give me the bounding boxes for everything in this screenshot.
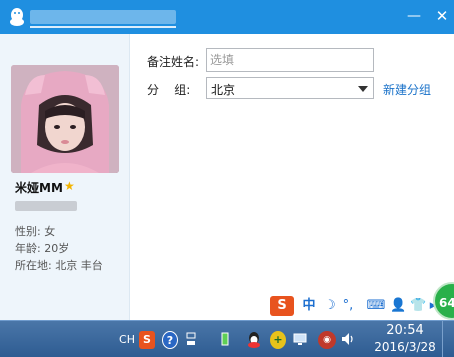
close-button[interactable]: ✕ xyxy=(432,6,452,26)
qq-tray-icon[interactable] xyxy=(245,331,263,349)
security-plus-icon[interactable]: + xyxy=(270,331,286,349)
punctuation-icon[interactable]: °, xyxy=(340,296,356,316)
taskbar: CH S ? + ◉ 20:54 2016/3/28 xyxy=(0,320,454,357)
title-underline xyxy=(30,26,176,28)
title-bar: — ✕ xyxy=(0,0,454,34)
gender-info: 性别: 女 xyxy=(15,225,56,238)
battery-icon[interactable] xyxy=(218,331,232,349)
ime-options-icon[interactable] xyxy=(184,331,198,349)
chevron-down-icon xyxy=(358,86,368,92)
contact-name-blurred xyxy=(30,10,176,24)
location-info: 所在地: 北京 丰台 xyxy=(15,259,103,272)
group-label: 分 组: xyxy=(147,83,191,97)
chinese-mode-toggle[interactable]: 中 xyxy=(300,296,318,316)
clock-date: 2016/3/28 xyxy=(374,340,436,354)
sogou-ime-icon[interactable]: S xyxy=(270,296,294,316)
show-desktop-button[interactable] xyxy=(442,321,454,357)
system-clock[interactable]: 20:54 2016/3/28 xyxy=(372,323,438,355)
remark-name-input[interactable] xyxy=(206,48,374,72)
half-width-moon-icon[interactable]: ☽ xyxy=(322,296,338,316)
input-language-indicator[interactable]: CH xyxy=(118,331,136,349)
sogou-tray-icon[interactable]: S xyxy=(139,331,155,349)
nickname: 米娅MM xyxy=(15,181,63,195)
ime-toolbar: S 中 ☽ °, ⌨ 👤 👕 ▸ xyxy=(270,294,436,318)
age-info: 年龄: 20岁 xyxy=(15,242,70,255)
new-group-link[interactable]: 新建分组 xyxy=(383,81,431,98)
profile-panel: 米娅MM ★ 性别: 女 年龄: 20岁 所在地: 北京 丰台 xyxy=(0,34,130,320)
group-select[interactable]: 北京 xyxy=(206,77,374,99)
user-account-icon[interactable]: 👤 xyxy=(390,296,406,316)
skin-shirt-icon[interactable]: 👕 xyxy=(410,296,426,316)
network-monitor-icon[interactable] xyxy=(292,331,308,349)
antivirus-icon[interactable]: ◉ xyxy=(318,331,336,349)
star-icon: ★ xyxy=(64,179,75,193)
minimize-button[interactable]: — xyxy=(404,6,424,26)
remark-name-label: 备注姓名: xyxy=(147,55,200,69)
group-select-value: 北京 xyxy=(211,83,236,97)
volume-icon[interactable] xyxy=(340,331,356,349)
avatar[interactable] xyxy=(11,65,119,173)
qq-number-blurred xyxy=(15,201,77,211)
soft-keyboard-icon[interactable]: ⌨ xyxy=(366,296,386,316)
clock-time: 20:54 xyxy=(386,323,424,338)
help-icon[interactable]: ? xyxy=(162,331,178,349)
qq-penguin-icon xyxy=(10,8,24,26)
avatar-photo xyxy=(11,65,119,173)
